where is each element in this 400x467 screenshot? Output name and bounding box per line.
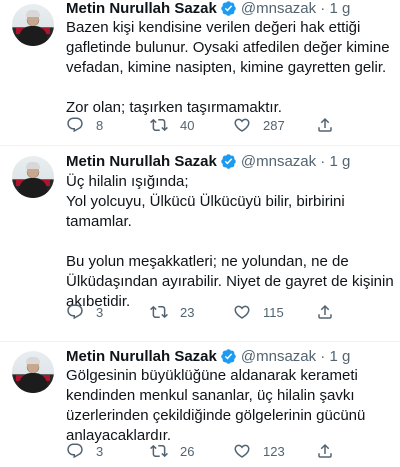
retweet-button[interactable]: 26: [150, 440, 194, 462]
retweet-icon: [150, 118, 168, 132]
avatar[interactable]: [12, 351, 54, 393]
like-button[interactable]: 123: [233, 440, 285, 462]
handle-time[interactable]: @mnsazak · 1 g: [241, 153, 350, 170]
retweet-button[interactable]: 23: [150, 301, 194, 323]
reply-icon: [67, 443, 83, 459]
retweet-count: 23: [180, 304, 195, 320]
retweet-button[interactable]: 40: [150, 114, 194, 136]
tweet-line: Bazen kişi kendisine verilen değeri hak …: [66, 19, 361, 36]
avatar-shoulders: [19, 373, 47, 393]
tweet-actions: 8 40 287: [66, 114, 396, 136]
reply-button[interactable]: 3: [66, 301, 103, 323]
share-icon: [318, 443, 332, 458]
tweet-text: Gölgesinin büyüklüğüne aldanarak keramet…: [66, 366, 392, 446]
tweet-line: gafletinde bulunur. Oysaki atfedilen değ…: [66, 39, 390, 56]
author-name[interactable]: Metin Nurullah Sazak: [66, 0, 217, 17]
reply-count: 3: [96, 443, 104, 459]
avatar-shoulders: [19, 178, 47, 198]
tweet-line: Yol yolcuyu, Ülkücü Ülkücüyü bilir, birb…: [66, 193, 345, 210]
tweet-text: Üç hilalin ışığında; Yol yolcuyu, Ülkücü…: [66, 172, 394, 312]
tweet-line: vefadan, kimine nasipten, kimine gayrett…: [66, 59, 387, 76]
tweet[interactable]: Metin Nurullah Sazak @mnsazak · 1 g Baze…: [0, 0, 400, 144]
author-name[interactable]: Metin Nurullah Sazak: [66, 153, 217, 170]
heart-icon: [234, 305, 250, 319]
tweet-header: Metin Nurullah Sazak @mnsazak · 1 g: [66, 346, 350, 366]
tweet-line: Ülküdaşından ayırabilir. Niyet de gayret…: [66, 273, 394, 290]
avatar[interactable]: [12, 156, 54, 198]
tweet[interactable]: Metin Nurullah Sazak @mnsazak · 1 g Gölg…: [0, 342, 400, 467]
tweet-line: kendinden menkul sananlar, üç hilalin şa…: [66, 387, 355, 404]
avatar-shoulders: [19, 26, 47, 46]
tweet-actions: 3 26 123: [66, 440, 396, 462]
share-button[interactable]: [316, 301, 334, 323]
tweet-header: Metin Nurullah Sazak @mnsazak · 1 g: [66, 0, 350, 18]
reply-icon: [67, 117, 83, 133]
retweet-count: 40: [180, 117, 195, 133]
tweet[interactable]: Metin Nurullah Sazak @mnsazak · 1 g Üç h…: [0, 145, 400, 341]
avatar-hair: [26, 10, 40, 17]
tweet-line: Üç hilalin ışığında;: [66, 173, 189, 190]
like-button[interactable]: 115: [233, 301, 284, 323]
avatar-hair: [26, 357, 40, 364]
share-button[interactable]: [316, 114, 334, 136]
tweet-line: Gölgesinin büyüklüğüne aldanarak keramet…: [66, 367, 358, 384]
author-name[interactable]: Metin Nurullah Sazak: [66, 348, 217, 365]
tweet-line: tamamlar.: [66, 213, 132, 230]
share-icon: [318, 304, 332, 319]
reply-count: 3: [96, 304, 104, 320]
like-button[interactable]: 287: [233, 114, 285, 136]
tweet-line: üzerlerinden çekildiğinde gölgelerinin g…: [66, 407, 366, 424]
handle-time[interactable]: @mnsazak · 1 g: [241, 348, 350, 365]
tweet-line: Bu yolun meşakkatleri; ne yolundan, ne d…: [66, 253, 349, 270]
reply-icon: [67, 304, 83, 320]
avatar[interactable]: [12, 4, 54, 46]
retweet-count: 26: [180, 443, 195, 459]
reply-button[interactable]: 3: [66, 440, 103, 462]
reply-count: 8: [96, 117, 104, 133]
verified-badge-icon: [221, 153, 236, 169]
like-count: 115: [263, 304, 284, 320]
avatar-hair: [26, 162, 40, 169]
share-button[interactable]: [316, 440, 334, 462]
retweet-icon: [150, 444, 168, 458]
like-count: 123: [263, 443, 285, 459]
heart-icon: [234, 444, 250, 458]
heart-icon: [234, 118, 250, 132]
tweet-text: Bazen kişi kendisine verilen değeri hak …: [66, 18, 392, 118]
tweet-header: Metin Nurullah Sazak @mnsazak · 1 g: [66, 151, 350, 171]
share-icon: [318, 117, 332, 132]
verified-badge-icon: [221, 348, 236, 364]
tweet-actions: 3 23 115: [66, 301, 396, 323]
retweet-icon: [150, 305, 168, 319]
reply-button[interactable]: 8: [66, 114, 103, 136]
handle-time[interactable]: @mnsazak · 1 g: [241, 0, 350, 17]
like-count: 287: [263, 117, 285, 133]
verified-badge-icon: [221, 0, 236, 16]
